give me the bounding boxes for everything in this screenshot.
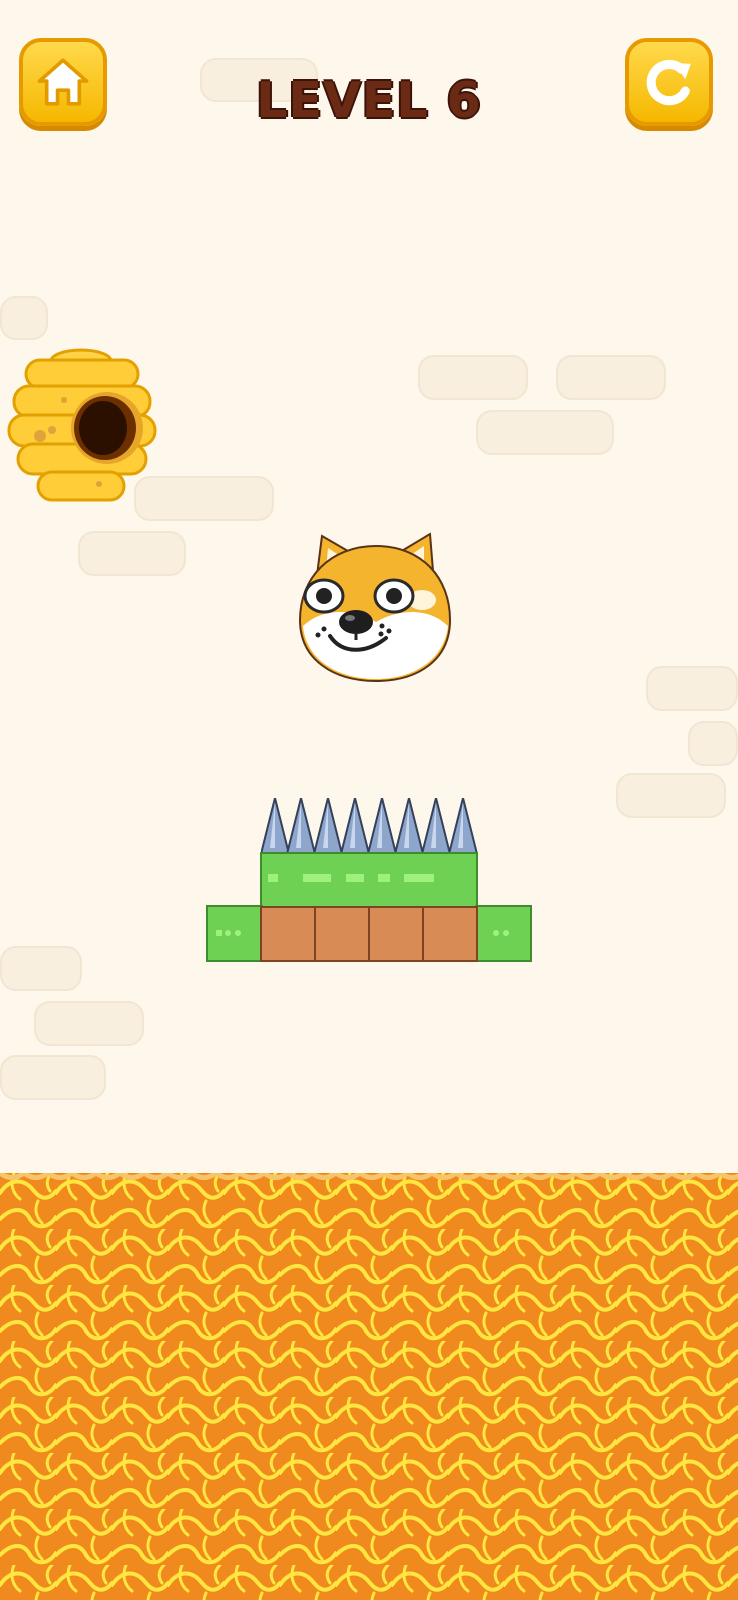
restart-button[interactable] — [625, 38, 713, 126]
wall-brick — [476, 410, 614, 455]
wall-brick — [0, 1055, 106, 1100]
wall-brick — [0, 946, 82, 991]
lava-pool-icon — [0, 1173, 738, 1600]
wall-brick — [646, 666, 738, 711]
wall-brick — [34, 1001, 144, 1046]
grass-dirt-platform-icon — [206, 852, 532, 962]
home-icon — [37, 58, 89, 106]
shiba-dog-face-icon[interactable] — [294, 528, 458, 692]
level-title: LEVEL 6 — [256, 72, 482, 129]
wall-brick — [688, 721, 738, 766]
home-button[interactable] — [19, 38, 107, 126]
wall-brick — [418, 355, 528, 400]
wall-brick — [0, 296, 48, 340]
wall-brick — [556, 355, 666, 400]
beehive-icon — [7, 348, 157, 502]
wall-brick — [78, 531, 186, 576]
restart-icon — [646, 59, 691, 106]
metal-spikes-icon — [261, 798, 478, 854]
wall-brick — [616, 773, 726, 818]
